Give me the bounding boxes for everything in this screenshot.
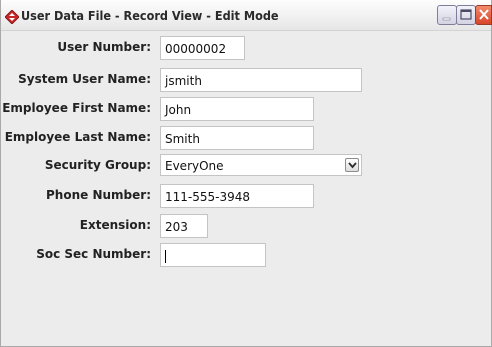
minimize-button[interactable] bbox=[437, 5, 457, 25]
text-cursor bbox=[165, 250, 166, 263]
ssn-field[interactable] bbox=[160, 243, 266, 267]
ssn-label: Soc Sec Number: bbox=[36, 247, 151, 261]
first-name-value: John bbox=[165, 103, 192, 117]
system-user-name-value: jsmith bbox=[165, 74, 202, 88]
system-user-name-field[interactable]: jsmith bbox=[160, 68, 362, 92]
last-name-label: Employee Last Name: bbox=[4, 130, 151, 144]
maximize-button[interactable] bbox=[456, 5, 476, 25]
system-user-name-label: System User Name: bbox=[18, 72, 151, 86]
maximize-icon bbox=[460, 9, 472, 20]
user-data-window: User Data File - Record View - Edit Mode… bbox=[0, 0, 492, 347]
user-number-value: 00000002 bbox=[165, 42, 227, 56]
title-bar[interactable]: User Data File - Record View - Edit Mode bbox=[1, 0, 492, 31]
user-number-field[interactable]: 00000002 bbox=[160, 36, 245, 60]
chevron-down-icon bbox=[348, 162, 357, 169]
user-number-label: User Number: bbox=[57, 40, 151, 54]
last-name-value: Smith bbox=[165, 132, 200, 146]
security-group-label: Security Group: bbox=[44, 158, 151, 172]
window-title: User Data File - Record View - Edit Mode bbox=[21, 9, 279, 23]
extension-field[interactable]: 203 bbox=[160, 214, 208, 238]
phone-number-field[interactable]: 111-555-3948 bbox=[160, 184, 314, 208]
extension-label: Extension: bbox=[79, 218, 151, 232]
close-icon bbox=[479, 9, 489, 20]
phone-number-label: Phone Number: bbox=[46, 188, 151, 202]
phone-number-value: 111-555-3948 bbox=[165, 190, 251, 204]
first-name-label: Employee First Name: bbox=[2, 101, 151, 115]
first-name-field[interactable]: John bbox=[160, 97, 314, 121]
security-group-dropdown-button[interactable] bbox=[345, 158, 359, 172]
extension-value: 203 bbox=[165, 220, 188, 234]
close-button[interactable] bbox=[475, 5, 492, 25]
last-name-field[interactable]: Smith bbox=[160, 126, 314, 150]
minimize-icon bbox=[442, 17, 451, 21]
app-diamond-icon bbox=[4, 9, 20, 25]
security-group-select[interactable]: EveryOne bbox=[160, 154, 362, 176]
security-group-value: EveryOne bbox=[165, 159, 224, 173]
